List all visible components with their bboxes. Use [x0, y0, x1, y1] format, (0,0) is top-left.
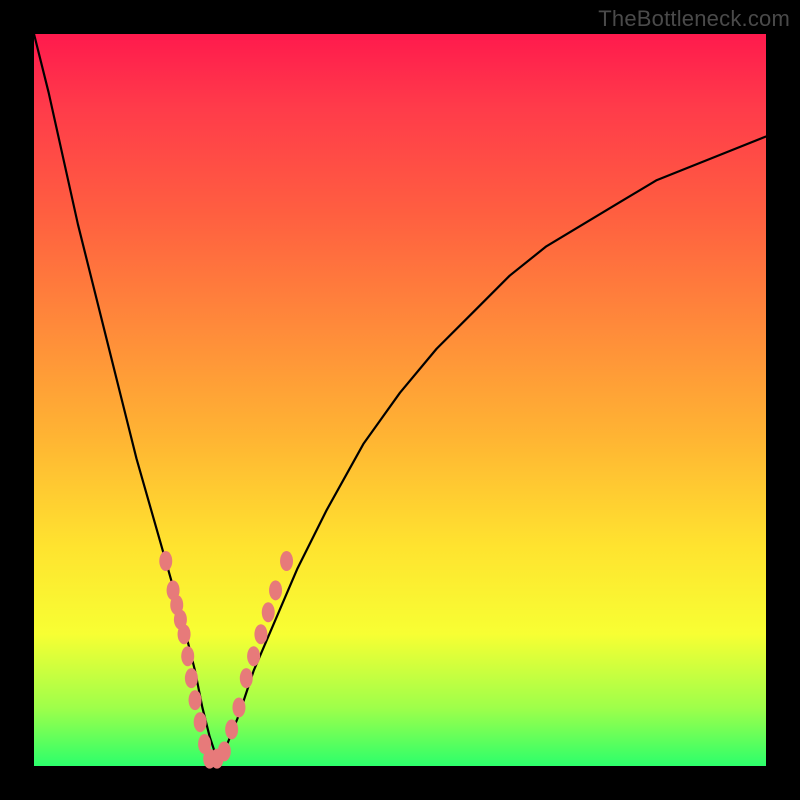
curve-marker: [185, 668, 198, 688]
curve-marker: [218, 741, 231, 761]
curve-marker: [262, 602, 275, 622]
curve-marker: [194, 712, 207, 732]
curve-marker: [254, 624, 267, 644]
curve-marker: [178, 624, 191, 644]
chart-frame: TheBottleneck.com: [0, 0, 800, 800]
curve-marker: [280, 551, 293, 571]
plot-area: [34, 34, 766, 766]
curve-marker: [269, 580, 282, 600]
curve-svg: [34, 34, 766, 766]
curve-markers: [159, 551, 293, 769]
watermark-text: TheBottleneck.com: [598, 6, 790, 32]
curve-marker: [247, 646, 260, 666]
curve-marker: [225, 719, 238, 739]
curve-marker: [159, 551, 172, 571]
curve-marker: [181, 646, 194, 666]
curve-marker: [232, 697, 245, 717]
curve-marker: [189, 690, 202, 710]
bottleneck-curve: [34, 34, 766, 759]
curve-marker: [240, 668, 253, 688]
